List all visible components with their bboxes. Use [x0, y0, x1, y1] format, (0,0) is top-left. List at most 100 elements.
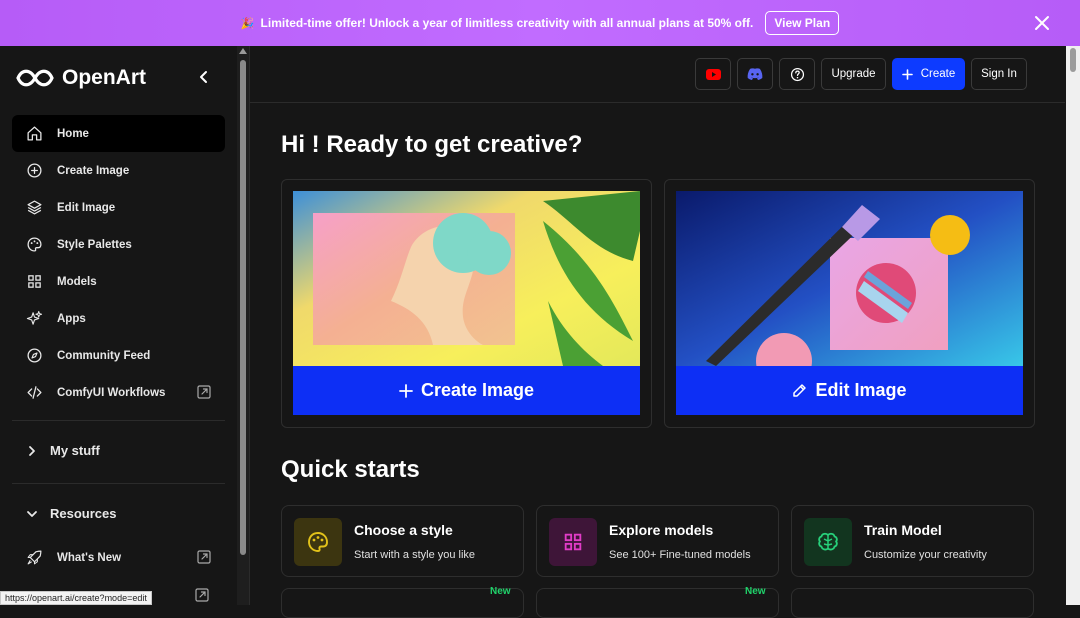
palette-icon	[306, 530, 330, 554]
quick-start-choose-style[interactable]: Choose a style Start with a style you li…	[281, 505, 524, 577]
quick-start-explore-models[interactable]: Explore models See 100+ Fine-tuned model…	[536, 505, 779, 577]
brain-icon	[816, 530, 840, 554]
edit-image-card[interactable]: Edit Image	[664, 179, 1035, 428]
edit-image-artwork	[676, 191, 1023, 366]
grid-icon	[562, 531, 584, 553]
edit-image-button[interactable]: Edit Image	[676, 366, 1023, 415]
discord-icon	[747, 68, 763, 80]
external-link-icon[interactable]	[195, 588, 209, 602]
quick-start-icon-box	[804, 518, 852, 566]
view-plan-button[interactable]: View Plan	[765, 11, 839, 35]
sidebar-item-create-image[interactable]: Create Image	[12, 152, 225, 189]
sidebar-item-style-palettes[interactable]: Style Palettes	[12, 226, 225, 263]
help-button[interactable]	[779, 58, 815, 90]
woman-portrait-illustration	[293, 191, 640, 366]
logo-text: OpenArt	[62, 66, 146, 90]
scroll-up-arrow-icon[interactable]	[239, 48, 247, 54]
sidebar-item-label: Community Feed	[57, 350, 150, 362]
party-icon: 🎉	[241, 17, 255, 30]
chevron-down-icon	[26, 508, 38, 520]
chevron-left-icon[interactable]	[196, 68, 212, 86]
quick-start-card-partial[interactable]: New	[536, 588, 779, 618]
layers-icon	[26, 199, 43, 216]
grid-icon	[26, 273, 43, 290]
banner-message: 🎉 Limited-time offer! Unlock a year of l…	[241, 16, 754, 30]
sidebar-item-label: Edit Image	[57, 202, 115, 214]
divider	[249, 46, 250, 605]
my-stuff-label: My stuff	[50, 443, 100, 458]
sidebar-item-label: Apps	[57, 313, 86, 325]
help-circle-icon	[790, 67, 805, 82]
chevron-right-icon	[26, 445, 38, 457]
plus-icon	[399, 384, 413, 398]
sidebar-item-models[interactable]: Models	[12, 263, 225, 300]
new-badge: New	[490, 586, 511, 597]
status-bar-url: https://openart.ai/create?mode=edit	[0, 591, 152, 605]
discord-button[interactable]	[737, 58, 773, 90]
youtube-button[interactable]	[695, 58, 731, 90]
create-image-label: Create Image	[421, 380, 534, 401]
sparkles-icon	[26, 310, 43, 327]
divider	[12, 483, 225, 484]
create-image-button[interactable]: Create Image	[293, 366, 640, 415]
openart-logo-icon	[16, 67, 54, 89]
sidebar-item-comfyui-workflows[interactable]: ComfyUI Workflows	[12, 374, 225, 411]
page-title: Hi ! Ready to get creative?	[281, 131, 582, 159]
pencil-icon	[792, 383, 807, 398]
sidebar-item-label: Models	[57, 276, 97, 288]
quick-start-icon-box	[549, 518, 597, 566]
quick-start-card-partial[interactable]: New	[281, 588, 524, 618]
quick-start-subtitle: See 100+ Fine-tuned models	[609, 549, 751, 561]
sidebar-item-label: What's New	[57, 552, 121, 564]
sidebar-item-label: Create Image	[57, 165, 129, 177]
create-image-card[interactable]: Create Image	[281, 179, 652, 428]
pen-abstract-illustration	[676, 191, 1023, 366]
sidebar-item-apps[interactable]: Apps	[12, 300, 225, 337]
sidebar: OpenArt Home Create Image Edit Image Sty…	[0, 46, 237, 605]
resources-section[interactable]: Resources	[26, 506, 116, 521]
quick-start-subtitle: Start with a style you like	[354, 549, 475, 561]
logo[interactable]: OpenArt	[16, 66, 146, 90]
main-scrollbar[interactable]	[1066, 46, 1080, 605]
close-icon[interactable]	[1032, 13, 1052, 33]
sidebar-item-label: ComfyUI Workflows	[57, 387, 165, 399]
compass-icon	[26, 347, 43, 364]
upgrade-button[interactable]: Upgrade	[821, 58, 886, 90]
create-image-artwork	[293, 191, 640, 366]
code-icon	[26, 384, 43, 401]
external-link-icon	[197, 550, 211, 564]
new-badge: New	[745, 586, 766, 597]
sidebar-item-whats-new[interactable]: What's New	[12, 539, 225, 576]
quick-start-card-partial[interactable]	[791, 588, 1034, 618]
sidebar-item-edit-image[interactable]: Edit Image	[12, 189, 225, 226]
palette-icon	[26, 236, 43, 253]
banner-text: Limited-time offer! Unlock a year of lim…	[261, 16, 754, 30]
main-scroll-thumb[interactable]	[1070, 48, 1076, 72]
rocket-icon	[26, 549, 43, 566]
sidebar-item-home[interactable]: Home	[12, 115, 225, 152]
promo-banner: 🎉 Limited-time offer! Unlock a year of l…	[0, 0, 1080, 46]
divider	[12, 420, 225, 421]
quick-start-title: Choose a style	[354, 522, 453, 538]
my-stuff-section[interactable]: My stuff	[26, 443, 100, 458]
quick-starts-title: Quick starts	[281, 456, 420, 484]
edit-image-label: Edit Image	[815, 380, 906, 401]
quick-start-subtitle: Customize your creativity	[864, 549, 987, 561]
sidebar-scroll-thumb[interactable]	[240, 60, 246, 555]
youtube-icon	[706, 69, 721, 80]
resources-label: Resources	[50, 506, 116, 521]
quick-start-train-model[interactable]: Train Model Customize your creativity	[791, 505, 1034, 577]
sign-in-button[interactable]: Sign In	[971, 58, 1027, 90]
create-button[interactable]: Create	[892, 58, 965, 90]
external-link-icon	[197, 385, 211, 399]
plus-icon	[902, 69, 913, 80]
sidebar-item-community-feed[interactable]: Community Feed	[12, 337, 225, 374]
sidebar-scrollbar[interactable]	[237, 46, 249, 605]
quick-start-icon-box	[294, 518, 342, 566]
home-icon	[26, 125, 43, 142]
quick-start-title: Train Model	[864, 522, 942, 538]
top-bar: Upgrade Create Sign In	[250, 46, 1065, 103]
sidebar-item-label: Home	[57, 128, 89, 140]
plus-circle-icon	[26, 162, 43, 179]
quick-start-title: Explore models	[609, 522, 713, 538]
